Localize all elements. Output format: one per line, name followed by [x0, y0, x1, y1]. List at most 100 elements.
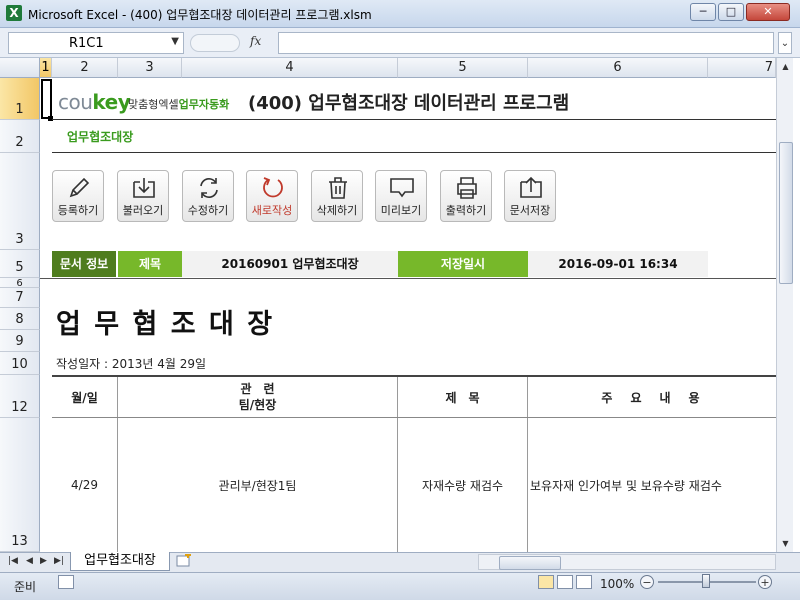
- edit-button[interactable]: 수정하기: [182, 170, 234, 222]
- header-team: 관 련 팀/현장: [118, 377, 398, 417]
- horizontal-scroll-thumb[interactable]: [499, 556, 561, 570]
- delete-button-label: 삭제하기: [316, 204, 358, 217]
- prev-sheet-icon[interactable]: ◀: [26, 556, 33, 566]
- sheet-subtitle: 업무협조대장: [67, 130, 134, 144]
- header-team-line1: 관 련: [240, 382, 275, 396]
- last-sheet-icon[interactable]: ▶|: [54, 556, 64, 566]
- horizontal-scrollbar[interactable]: [478, 554, 776, 570]
- zoom-out-icon[interactable]: −: [640, 575, 654, 589]
- coukey-logo: coukey: [58, 90, 131, 114]
- new-button[interactable]: 새로작성: [246, 170, 298, 222]
- pencil-icon: [69, 177, 90, 198]
- new-doc-icon: [263, 177, 283, 198]
- name-box[interactable]: R1C1 ▼: [8, 32, 184, 54]
- row-header-1[interactable]: 1: [0, 78, 40, 120]
- print-button[interactable]: 출력하기: [440, 170, 492, 222]
- edit-button-label: 수정하기: [187, 204, 229, 217]
- refresh-icon: [200, 178, 218, 198]
- register-button[interactable]: 등록하기: [52, 170, 104, 222]
- column-header-2[interactable]: 2: [52, 58, 118, 78]
- export-icon: [520, 176, 542, 198]
- register-button-label: 등록하기: [57, 204, 99, 217]
- vertical-scroll-thumb[interactable]: [779, 142, 793, 284]
- name-box-value: R1C1: [69, 36, 104, 51]
- cell-team[interactable]: 관리부/현장1팀: [118, 418, 398, 552]
- row-header-9[interactable]: 9: [0, 330, 40, 352]
- printer-icon: [457, 177, 477, 199]
- info-divider: [40, 278, 776, 279]
- document-heading: 업 무 협 조 대 장: [56, 309, 275, 340]
- row-header-6[interactable]: 6: [0, 278, 40, 289]
- save-doc-button[interactable]: 문서저장: [504, 170, 556, 222]
- page-layout-view-icon[interactable]: [557, 575, 573, 589]
- active-cell[interactable]: [41, 79, 52, 119]
- document-date: 작성일자 : 2013년 4월 29일: [56, 357, 207, 371]
- select-all-corner[interactable]: [0, 58, 40, 78]
- column-header-5[interactable]: 5: [398, 58, 528, 78]
- row-header-2[interactable]: 2: [0, 120, 40, 153]
- zoom-level[interactable]: 100%: [600, 577, 634, 591]
- print-button-label: 출력하기: [445, 204, 487, 217]
- saved-at-label: 저장일시: [398, 251, 528, 277]
- header-team-line2: 팀/현장: [238, 398, 277, 412]
- minimize-button[interactable]: ─: [690, 3, 716, 21]
- preview-button-label: 미리보기: [380, 204, 422, 217]
- first-sheet-icon[interactable]: |◀: [8, 556, 18, 566]
- preview-button[interactable]: 미리보기: [375, 170, 427, 222]
- row-header-5[interactable]: 5: [0, 250, 40, 278]
- row-header-7[interactable]: 7: [0, 288, 40, 308]
- normal-view-icon[interactable]: [538, 575, 554, 589]
- import-icon: [133, 178, 155, 198]
- maximize-button[interactable]: □: [718, 3, 744, 21]
- row-header-8[interactable]: 8: [0, 308, 40, 330]
- table-row[interactable]: 4/29 관리부/현장1팀 자재수량 재검수 보유자재 인가여부 및 보유수량 …: [52, 418, 776, 552]
- expand-formula-bar-button[interactable]: ⌄: [778, 32, 792, 54]
- sheet-tab-active[interactable]: 업무협조대장: [70, 552, 170, 571]
- scroll-down-icon[interactable]: ▼: [777, 539, 794, 548]
- formula-input[interactable]: [278, 32, 774, 54]
- monitor-icon: [390, 178, 414, 198]
- status-ready: 준비: [14, 580, 37, 594]
- header-date: 월/일: [52, 377, 118, 417]
- close-button[interactable]: ✕: [746, 3, 790, 21]
- cell-subject[interactable]: 자재수량 재검수: [398, 418, 528, 552]
- scroll-up-icon[interactable]: ▲: [777, 62, 794, 71]
- excel-app-icon: X: [6, 5, 22, 21]
- program-title: (400) 업무협조대장 데이터관리 프로그램: [248, 93, 570, 114]
- header-content: 주 요 내 용: [601, 390, 703, 405]
- formula-bar-resize-handle[interactable]: [190, 34, 240, 52]
- zoom-slider-knob[interactable]: [702, 574, 710, 588]
- new-button-label: 새로작성: [251, 204, 293, 217]
- row-header-13[interactable]: 13: [0, 418, 40, 552]
- status-bar: [0, 572, 800, 600]
- delete-button[interactable]: 삭제하기: [311, 170, 363, 222]
- logo-tagline: 맞춤형엑셀업무자동화: [128, 98, 230, 111]
- row-header-12[interactable]: 12: [0, 375, 40, 418]
- macro-record-icon[interactable]: [58, 575, 74, 589]
- load-button[interactable]: 불러오기: [117, 170, 169, 222]
- cell-content[interactable]: 보유자재 인가여부 및 보유수량 재검수: [528, 418, 776, 552]
- page-break-view-icon[interactable]: [576, 575, 592, 589]
- doc-title-label: 제목: [118, 251, 182, 277]
- save-doc-button-label: 문서저장: [509, 204, 551, 217]
- column-header-7[interactable]: 7: [708, 58, 776, 78]
- next-sheet-icon[interactable]: ▶: [40, 556, 47, 566]
- column-header-3[interactable]: 3: [118, 58, 182, 78]
- title-bar: X Microsoft Excel - (400) 업무협조대장 데이터관리 프…: [0, 0, 800, 28]
- column-header-1[interactable]: 1: [40, 58, 52, 78]
- row-header-3[interactable]: 3: [0, 153, 40, 250]
- zoom-in-icon[interactable]: +: [758, 575, 772, 589]
- vertical-scrollbar[interactable]: ▲ ▼: [776, 58, 793, 552]
- header-subject: 제 목: [398, 377, 528, 417]
- saved-at-value: 2016-09-01 16:34: [528, 251, 708, 277]
- load-button-label: 불러오기: [122, 204, 164, 217]
- row-header-10[interactable]: 10: [0, 352, 40, 375]
- chevron-down-icon[interactable]: ▼: [171, 36, 179, 47]
- column-header-6[interactable]: 6: [528, 58, 708, 78]
- column-header-4[interactable]: 4: [182, 58, 398, 78]
- insert-sheet-icon[interactable]: [174, 552, 198, 569]
- subtitle-divider: [52, 152, 776, 153]
- title-divider: [52, 119, 776, 120]
- cell-date[interactable]: 4/29: [52, 418, 118, 552]
- insert-function-button[interactable]: fx: [250, 34, 261, 48]
